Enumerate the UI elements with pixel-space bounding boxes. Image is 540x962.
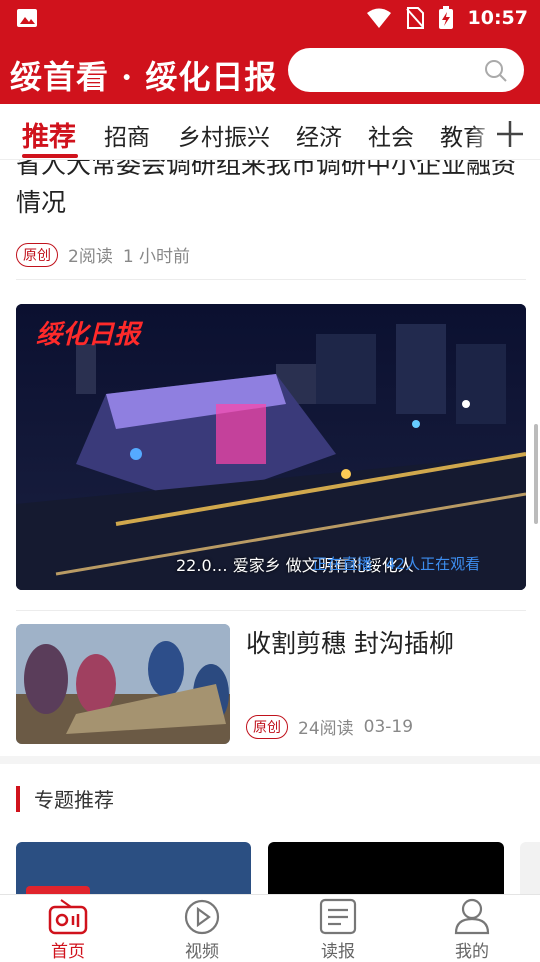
newspaper-icon (319, 898, 357, 935)
article-title[interactable]: 收割剪穗 封沟插柳 (246, 624, 454, 660)
article-meta: 原创 24阅读 03-19 (246, 714, 413, 739)
clock: 10:57 (467, 7, 528, 29)
radio-icon (48, 899, 88, 935)
original-badge: 原创 (246, 714, 288, 739)
article-thumbnail[interactable] (16, 624, 230, 744)
read-count: 24阅读 (298, 719, 354, 739)
section-header: 专题推荐 (16, 784, 114, 813)
add-channel-icon[interactable] (494, 118, 526, 150)
tab-investment[interactable]: 招商 (104, 118, 150, 152)
publish-time: 03-19 (363, 716, 414, 737)
app-header: 绥首看 · 绥化日报 (0, 36, 540, 104)
section-title: 专题推荐 (34, 788, 114, 812)
read-count: 2阅读 (68, 247, 113, 267)
live-label: 正在直播 (312, 555, 373, 573)
original-badge: 原创 (16, 242, 58, 267)
wifi-icon (366, 8, 391, 28)
news-feed[interactable]: 省人大常委会调研组来我市调研中小企业融资情况 原创 2阅读 1 小时前 绥化日报… (0, 160, 540, 894)
publish-time: 1 小时前 (122, 247, 191, 267)
tab-economy[interactable]: 经济 (296, 118, 342, 152)
play-icon (184, 899, 220, 935)
user-icon (454, 898, 490, 935)
tab-society[interactable]: 社会 (368, 118, 414, 152)
nav-home[interactable]: 首页 (28, 897, 108, 962)
nav-label: 首页 (51, 942, 85, 962)
scrollbar[interactable] (534, 424, 538, 524)
tab-recommend[interactable]: 推荐 (22, 115, 76, 154)
tab-rural[interactable]: 乡村振兴 (178, 118, 270, 152)
no-sim-icon (405, 7, 424, 29)
nav-newspaper[interactable]: 读报 (298, 897, 378, 962)
article-meta: 原创 2阅读 1 小时前 (16, 242, 190, 267)
battery-charging-icon (438, 6, 453, 29)
nav-video[interactable]: 视频 (162, 897, 242, 962)
category-tabs: 推荐 招商 乡村振兴 经济 社会 教育 (0, 104, 540, 160)
live-video-card[interactable]: 绥化日报 22.0… 爱家乡 做文明有礼绥化人 正在直播 42人正在观看 (16, 304, 526, 590)
nav-label: 读报 (321, 942, 355, 962)
live-status: 正在直播 42人正在观看 (312, 553, 480, 574)
active-tab-indicator (22, 154, 78, 158)
nav-profile[interactable]: 我的 (432, 897, 512, 962)
bottom-nav: 首页 视频 读报 我的 (0, 894, 540, 962)
nav-label: 视频 (185, 942, 219, 962)
topic-card[interactable] (268, 842, 504, 894)
app-logo: 绥首看 · 绥化日报 (10, 58, 278, 96)
newspaper-watermark: 绥化日报 (36, 320, 141, 350)
article-title[interactable]: 省人大常委会调研组来我市调研中小企业融资情况 (16, 160, 526, 222)
search-icon[interactable] (484, 59, 508, 83)
nav-label: 我的 (455, 942, 489, 962)
viewer-count: 42人正在观看 (386, 555, 481, 573)
topic-card[interactable] (520, 842, 540, 894)
search-input[interactable] (288, 48, 524, 92)
status-bar: 10:57 (0, 0, 540, 36)
topic-card[interactable] (16, 842, 251, 894)
image-icon (17, 9, 37, 27)
